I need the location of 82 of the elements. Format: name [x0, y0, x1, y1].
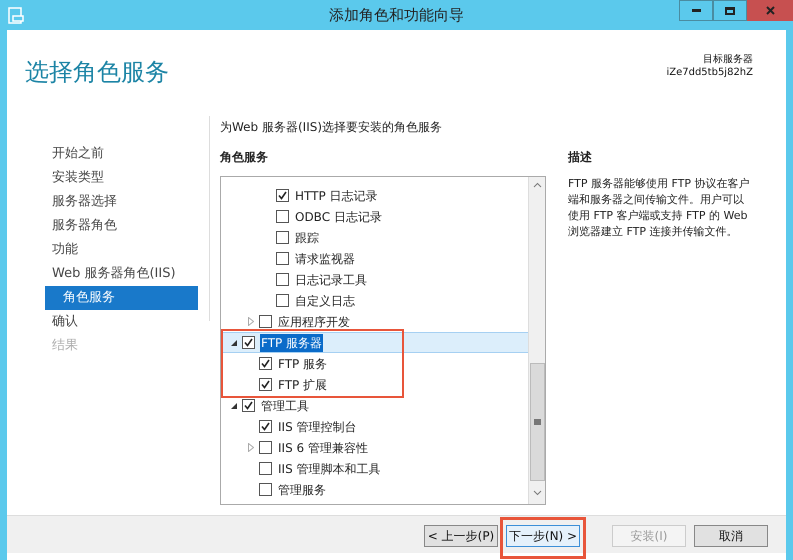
nav-item[interactable]: 角色服务 [45, 286, 198, 310]
wizard-button[interactable]: 取消 [694, 524, 768, 546]
tree-label: 日志记录工具 [294, 272, 368, 288]
tree-row[interactable]: ODBC 日志记录 [221, 206, 528, 227]
grip-icon [534, 419, 540, 425]
tree-row[interactable]: 跟踪 [221, 227, 528, 248]
expanded-arrow-icon[interactable] [231, 340, 237, 346]
section-heading: 角色服务 [220, 149, 269, 166]
checkbox[interactable] [259, 357, 272, 370]
wizard-button[interactable]: 下一步(N) > [506, 524, 580, 546]
instruction-text: 为Web 服务器(IIS)选择要安装的角色服务 [220, 119, 444, 136]
checkbox[interactable] [276, 294, 289, 307]
check-icon [261, 380, 270, 389]
scroll-down-icon[interactable] [532, 490, 542, 496]
checkbox[interactable] [276, 273, 289, 286]
page-title: 选择角色服务 [25, 57, 169, 88]
target-server-label: 目标服务器 [703, 53, 753, 66]
tree-label: 应用程序开发 [277, 314, 351, 330]
tree-row[interactable]: 自定义日志 [221, 290, 528, 311]
tree-row[interactable]: IIS 管理控制台 [221, 416, 528, 437]
close-icon [766, 6, 774, 15]
nav-item[interactable]: 安装类型 [45, 166, 198, 190]
wizard-icon [8, 6, 25, 24]
tree-label: 跟踪 [294, 230, 320, 246]
description-heading: 描述 [568, 149, 593, 166]
check-icon [261, 359, 270, 368]
tree-row[interactable]: 请求监视器 [221, 248, 528, 269]
expanded-arrow-icon[interactable] [231, 402, 237, 408]
nav-item[interactable]: 确认 [45, 310, 198, 334]
description-text: FTP 服务器能够使用 FTP 协议在客户端和服务器之间传输文件。用户可以使用 FTP 客户端或支持 FTP 的 Web 浏览器建立 FTP 连接并传输文件。 [568, 176, 750, 240]
tree-label: 管理服务 [277, 482, 327, 498]
tree-label: IIS 6 管理兼容性 [277, 440, 369, 456]
checkbox[interactable] [259, 315, 272, 328]
check-icon [244, 338, 253, 347]
checkbox[interactable] [259, 420, 272, 433]
tree-label: HTTP 日志记录 [294, 188, 379, 204]
checkbox[interactable] [259, 378, 272, 391]
checkbox[interactable] [276, 210, 289, 223]
nav-item[interactable]: Web 服务器角色(IIS) [45, 262, 198, 286]
checkbox[interactable] [276, 189, 289, 202]
nav-item[interactable]: 功能 [45, 238, 198, 262]
tree-row[interactable]: HTTP 日志记录 [221, 185, 528, 206]
nav-item[interactable]: 服务器角色 [45, 214, 198, 238]
checkbox[interactable] [242, 336, 255, 349]
tree-label: 自定义日志 [294, 292, 356, 310]
nav-item: 结果 [51, 337, 79, 356]
checkbox[interactable] [276, 252, 289, 265]
target-server-name: iZe7dd5tb5j82hZ [666, 66, 753, 79]
nav-item[interactable]: 服务器选择 [45, 190, 198, 214]
minimize-button[interactable] [679, 0, 713, 21]
tree-row[interactable]: 管理工具 [221, 395, 528, 416]
window-title: 添加角色和功能向导 [328, 4, 465, 26]
close-button[interactable] [747, 0, 793, 21]
tree-label: FTP 扩展 [277, 376, 328, 394]
tree-row[interactable]: 管理服务 [221, 479, 528, 500]
scroll-up-icon[interactable] [532, 182, 542, 188]
tree-row[interactable]: FTP 服务 [221, 353, 528, 374]
tree-label: ODBC 日志记录 [294, 208, 383, 226]
check-icon [278, 191, 287, 200]
tree-label: IIS 管理脚本和工具 [277, 460, 382, 478]
wizard-button[interactable]: < 上一步(P) [424, 524, 498, 546]
check-icon [244, 401, 253, 410]
tree-row[interactable]: IIS 管理脚本和工具 [221, 458, 528, 479]
tree-row[interactable]: IIS 6 管理兼容性 [221, 437, 528, 458]
tree-label: IIS 管理控制台 [277, 418, 358, 436]
tree-row[interactable]: 日志记录工具 [221, 269, 528, 290]
tree-label: FTP 服务器 [260, 334, 324, 352]
tree-row[interactable]: FTP 扩展 [221, 374, 528, 395]
tree-label: 管理工具 [260, 398, 310, 414]
checkbox[interactable] [259, 483, 272, 496]
checkbox[interactable] [276, 231, 289, 244]
checkbox[interactable] [259, 441, 272, 454]
scrollbar-thumb[interactable] [530, 363, 544, 481]
tree-row[interactable]: FTP 服务器 [221, 332, 528, 353]
checkbox[interactable] [242, 399, 255, 412]
scrollbar[interactable] [528, 177, 545, 504]
nav-item[interactable]: 开始之前 [45, 142, 198, 166]
tree-row[interactable]: 应用程序开发 [221, 311, 528, 332]
checkbox[interactable] [259, 462, 272, 475]
tree-label: FTP 服务 [277, 356, 328, 372]
check-icon [261, 422, 270, 431]
tree-label: 请求监视器 [294, 250, 356, 268]
